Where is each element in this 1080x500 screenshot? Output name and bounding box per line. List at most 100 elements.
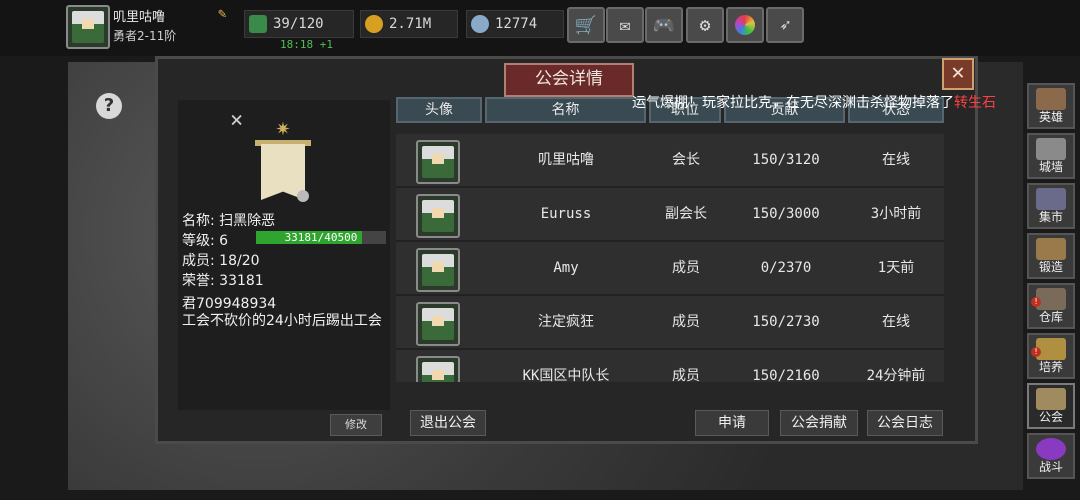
player-avatar[interactable] [66,5,110,49]
settings-button[interactable]: ⚙ [686,7,724,43]
guild-notice: 君709948934 工会不砍价的24小时后踢出工会 [182,296,382,329]
guild-members-label: 成员: [182,253,215,269]
member-avatar [416,194,460,238]
member-list[interactable]: 叽里咕噜 会长 150/3120 在线 Euruss 副会长 150/3000 … [396,134,944,382]
member-status: 在线 [882,152,910,168]
guild-log-button[interactable]: 公会日志 [867,410,943,436]
mail-icon: ✉ [619,14,631,36]
sidebar-item-label: 城墙 [1038,160,1063,174]
sidebar-item-hero[interactable]: 英雄 [1027,83,1075,129]
sidebar-item-guild[interactable]: 公会 [1027,383,1075,429]
loot-announcement: 运气爆棚！玩家拉比克，在无尽深渊击杀怪物掉落了转生石 [632,92,996,112]
edit-icon[interactable]: ✎ [218,6,234,22]
gem-icon [471,15,489,33]
alert-icon: ! [1031,347,1041,357]
member-row[interactable]: KK国区中队长 成员 150/2160 24分钟前 [396,350,944,382]
color-wheel-button[interactable] [726,7,764,43]
member-row[interactable]: 叽里咕噜 会长 150/3120 在线 [396,134,944,188]
guild-level-row: 等级: 6 [182,230,228,250]
column-header-avatar: 头像 [396,97,482,123]
member-position: 成员 [672,260,700,276]
gold-value: 2.71M [389,16,432,32]
gem-value: 12774 [495,16,538,32]
shop-cart-button[interactable]: 🛒 [567,7,605,43]
wall-icon [1036,138,1066,160]
guild-xp-text: 33181/40500 [284,231,358,244]
member-avatar [416,140,460,184]
member-position: 副会长 [665,206,707,222]
guild-banner-icon: ✷ [255,112,311,204]
member-row[interactable]: Amy 成员 0/2370 1天前 [396,242,944,296]
member-name: KK国区中队长 [522,368,610,382]
member-contribution: 150/2160 [752,368,820,382]
sidebar-item-label: 公会 [1038,410,1063,424]
sidebar-item-wall[interactable]: 城墙 [1027,133,1075,179]
alert-icon: ! [1031,297,1041,307]
gear-icon: ⚙ [699,14,711,36]
feather-button[interactable]: ➶ [766,7,804,43]
sidebar-item-forge[interactable]: 锻造 [1027,233,1075,279]
member-status: 1天前 [877,260,915,276]
member-status: 3小时前 [870,206,922,222]
column-header-name: 名称 [485,97,646,123]
close-button[interactable]: ✕ [942,58,974,90]
guild-xp-bar: 33181/40500 [256,231,386,244]
guild-members-row: 成员: 18/20 [182,250,260,270]
guild-name-row: 名称: 扫黑除恶 [182,210,275,230]
sidebar-item-warehouse[interactable]: ! 仓库 [1027,283,1075,329]
feather-icon: ➶ [779,14,791,36]
member-avatar [416,302,460,346]
close-icon[interactable]: × [230,108,243,133]
gamepad-button[interactable]: 🎮 [645,7,683,43]
edit-notice-button[interactable]: 修改 [330,414,382,436]
member-row[interactable]: Euruss 副会长 150/3000 3小时前 [396,188,944,242]
sidebar-item-label: 集市 [1038,210,1063,224]
guild-name-label: 名称: [182,213,215,229]
member-avatar [416,356,460,382]
sidebar-item-label: 锻造 [1038,260,1063,274]
guild-donate-button[interactable]: 公会捐献 [780,410,858,436]
guild-level-label: 等级: [182,233,215,249]
banner-badge-icon [297,190,309,202]
energy-counter[interactable]: 39/120 [244,10,354,38]
sidebar-item-label: 英雄 [1038,110,1063,124]
help-icon[interactable]: ? [96,93,122,119]
gold-counter[interactable]: 2.71M [360,10,458,38]
announcement-item: 转生石 [954,95,996,111]
guild-level: 6 [219,233,229,249]
member-position: 成员 [672,314,700,330]
sidebar-item-label: 培养 [1038,360,1063,374]
market-icon [1036,188,1066,210]
guild-honor: 33181 [219,273,264,289]
dialog-title: 公会详情 [504,63,634,97]
member-name: 注定疯狂 [538,314,594,330]
gem-counter[interactable]: 12774 [466,10,564,38]
player-rank: 勇者2-11阶 [113,29,177,43]
player-name: 叽里咕噜 [113,10,166,25]
guild-honor-label: 荣誉: [182,273,215,289]
sidebar-item-battle[interactable]: 战斗 [1027,433,1075,479]
leave-guild-button[interactable]: 退出公会 [410,410,486,436]
energy-timer: 18:18 +1 [280,38,333,51]
gamepad-icon: 🎮 [652,14,676,36]
announcement-text: 运气爆棚！玩家拉比克，在无尽深渊击杀怪物掉落了 [632,95,954,111]
portal-icon [1036,438,1066,460]
member-name: 叽里咕噜 [538,152,594,168]
member-avatar [416,248,460,292]
member-status: 在线 [882,314,910,330]
member-contribution: 150/2730 [752,314,820,330]
member-status: 24分钟前 [866,368,926,382]
anvil-icon [1036,238,1066,260]
mail-button[interactable]: ✉ [606,7,644,43]
sidebar-item-label: 仓库 [1038,310,1063,324]
apply-button[interactable]: 申请 [695,410,769,436]
sidebar-item-market[interactable]: 集市 [1027,183,1075,229]
guild-members: 18/20 [219,253,260,269]
member-row[interactable]: 注定疯狂 成员 150/2730 在线 [396,296,944,350]
member-name: Euruss [540,206,592,222]
member-contribution: 150/3120 [752,152,820,168]
energy-value: 39/120 [273,16,324,32]
sidebar-item-train[interactable]: ! 培养 [1027,333,1075,379]
member-name: Amy [553,260,579,276]
cart-icon: 🛒 [574,14,598,36]
